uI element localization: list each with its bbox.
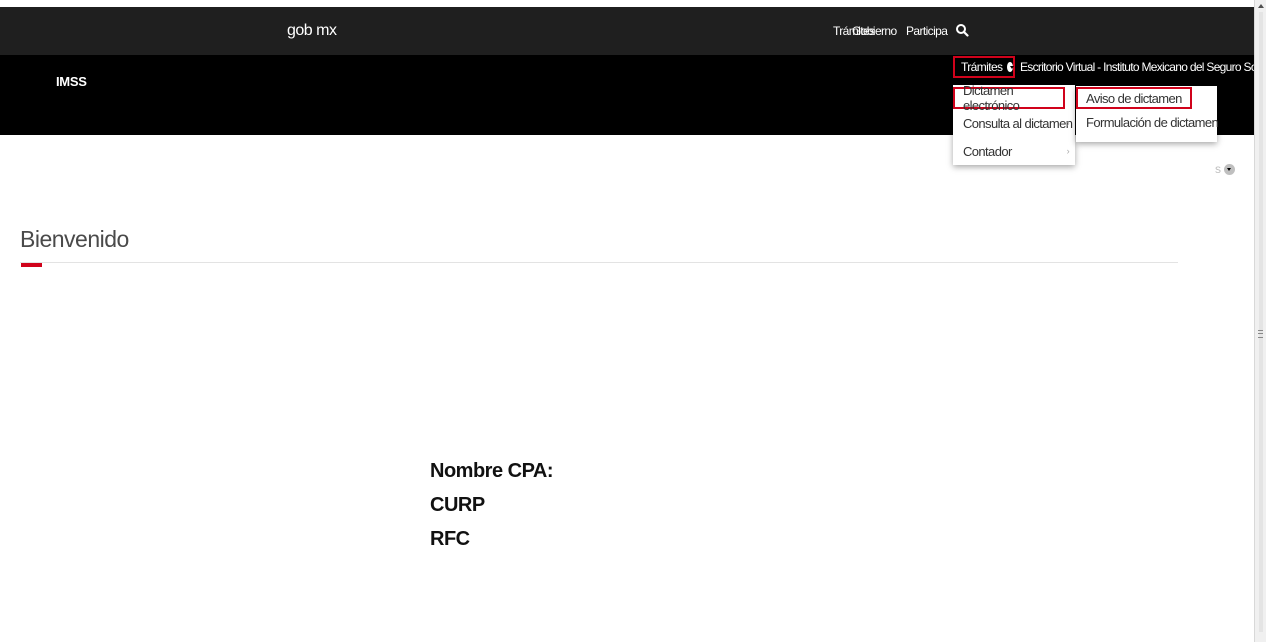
vertical-scrollbar[interactable] (1254, 0, 1266, 642)
curp-label: CURP (430, 494, 485, 516)
dictamen-submenu: Aviso de dictamen Formulación de dictame… (1076, 86, 1219, 142)
chevron-down-icon (1007, 62, 1014, 72)
tramites-dropdown: Dictamen electrónico Consulta al dictame… (953, 83, 1075, 165)
page-title: Bienvenido (20, 226, 129, 252)
submenu-item-aviso-de-dictamen[interactable]: Aviso de dictamen (1076, 87, 1192, 109)
page: gob mx Trámites Gobierno Participa IMSS … (0, 0, 1266, 642)
submenu-item-label: Formulación de dictamen (1086, 114, 1219, 130)
scrollbar-grip-icon[interactable] (1258, 330, 1263, 338)
nombre-cpa-label: Nombre CPA: (430, 460, 554, 482)
menu-item-label: Consulta al dictamen (963, 115, 1073, 131)
gob-mx-logo[interactable]: gob mx (287, 22, 337, 40)
menu-item-dictamen-electronico[interactable]: Dictamen electrónico (953, 83, 1065, 113)
escritorio-virtual-link[interactable]: Escritorio Virtual - Instituto Mexicano … (1020, 60, 1266, 74)
menu-item-label: Contador (963, 143, 1012, 159)
rfc-label: RFC (430, 528, 470, 550)
menu-item-contador[interactable]: Contador › (953, 140, 1075, 162)
title-divider (20, 262, 1178, 263)
scroll-up-icon[interactable] (1258, 4, 1264, 8)
menu-item-label: Dictamen electrónico (963, 83, 1020, 113)
imss-title[interactable]: IMSS (56, 74, 87, 89)
tramites-menu-label: Trámites (961, 60, 1003, 74)
chevron-right-icon: › (1066, 146, 1070, 156)
tramites-menu-button[interactable]: Trámites (953, 56, 1015, 78)
title-accent-bar (21, 263, 42, 267)
submenu-item-formulacion-de-dictamen[interactable]: Formulación de dictamen (1076, 111, 1219, 133)
menu-item-consulta-al-dictamen[interactable]: Consulta al dictamen › (953, 112, 1075, 134)
hidden-menu-item-label: s (1215, 162, 1221, 176)
nav-gobierno[interactable]: Gobierno (852, 24, 897, 38)
search-icon[interactable] (955, 23, 969, 37)
submenu-item-label: Aviso de dictamen (1086, 90, 1182, 106)
hidden-menu-item[interactable]: s (1215, 162, 1235, 176)
scrollbar-track (1259, 12, 1263, 632)
chevron-right-icon: › (1066, 118, 1070, 128)
gob-top-bar: gob mx Trámites Gobierno Participa (0, 7, 1254, 55)
nav-participa[interactable]: Participa (906, 24, 948, 38)
chevron-down-icon (1224, 164, 1235, 176)
